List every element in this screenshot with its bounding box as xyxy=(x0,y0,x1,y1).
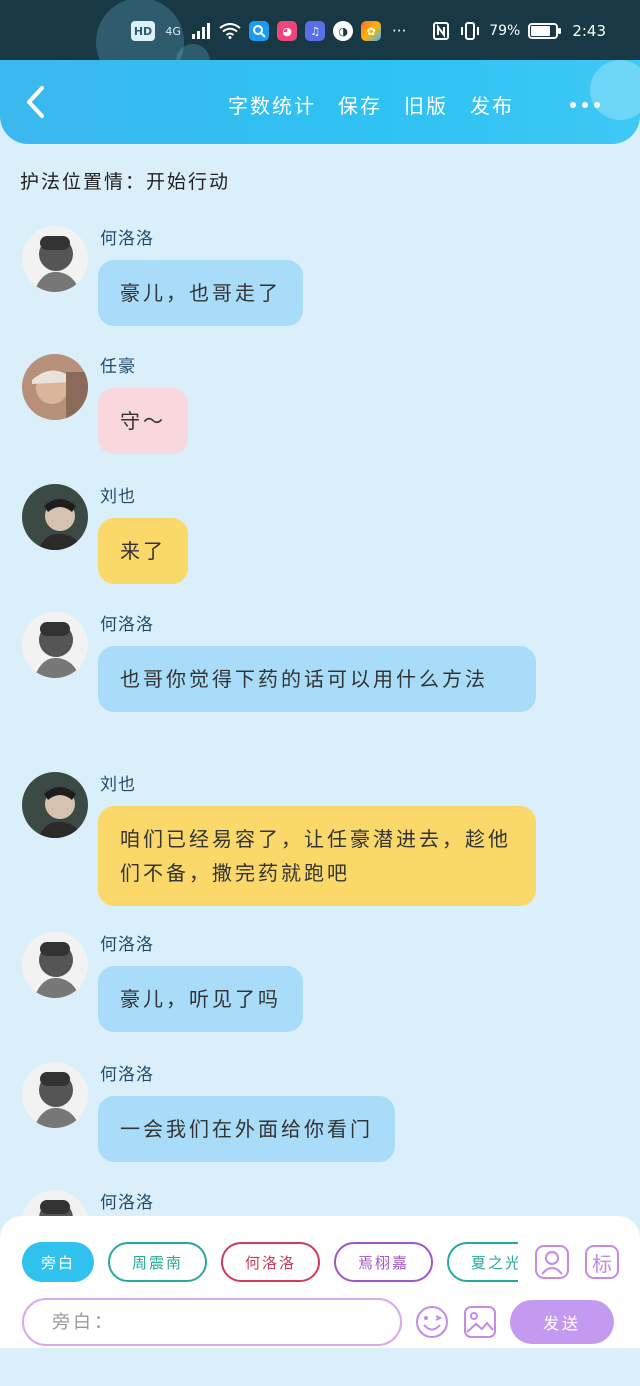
character-selector: 旁白 周震南 何洛洛 焉栩嘉 夏之光 xyxy=(22,1242,518,1282)
battery-percent: 79% xyxy=(489,23,521,39)
clock: 2:43 xyxy=(572,22,606,40)
avatar[interactable] xyxy=(22,226,88,292)
header-actions: 字数统计 保存 旧版 发布 xyxy=(228,90,514,119)
character-chip[interactable]: 焉栩嘉 xyxy=(334,1242,434,1282)
chapter-title: 护法位置情：开始行动 xyxy=(20,171,231,193)
speaker-name: 何洛洛 xyxy=(100,1193,154,1213)
person-card-icon[interactable] xyxy=(534,1244,570,1280)
more-dot xyxy=(582,102,588,108)
status-bar: HD 4G ◕ ♫ ◑ ✿ ··· 79% 2:43 xyxy=(0,0,640,62)
message-bubble[interactable]: 守～ xyxy=(98,388,188,454)
battery-icon xyxy=(528,23,562,39)
back-button[interactable] xyxy=(20,82,50,122)
more-dot xyxy=(570,102,576,108)
more-options-button[interactable] xyxy=(570,102,600,108)
message-bubble[interactable]: 咱们已经易容了，让任豪潜进去，趁他们不备，撒完药就跑吧 xyxy=(98,806,536,906)
character-chip[interactable]: 夏之光 xyxy=(447,1242,518,1282)
composer-panel: 旁白 周震南 何洛洛 焉栩嘉 夏之光 标 发送 xyxy=(0,1216,640,1348)
speaker-name: 刘也 xyxy=(100,487,136,507)
decor-bubble xyxy=(590,60,640,120)
emoji-button[interactable] xyxy=(414,1304,450,1340)
message-bubble[interactable]: 一会我们在外面给你看门 xyxy=(98,1096,395,1162)
message-bubble[interactable]: 豪儿，也哥走了 xyxy=(98,260,303,326)
message-input-wrapper xyxy=(22,1298,402,1346)
mark-button[interactable]: 标 xyxy=(584,1244,620,1280)
image-button[interactable] xyxy=(462,1304,498,1340)
browser-app-icon: ◑ xyxy=(333,21,354,41)
speaker-name: 刘也 xyxy=(100,775,136,795)
speaker-name: 何洛洛 xyxy=(100,935,154,955)
avatar[interactable] xyxy=(22,484,88,550)
avatar[interactable] xyxy=(22,1062,88,1128)
save-button[interactable]: 保存 xyxy=(338,90,382,119)
chevron-left-icon xyxy=(27,86,44,118)
character-chip[interactable]: 周震南 xyxy=(108,1242,208,1282)
avatar[interactable] xyxy=(22,612,88,678)
editor-header: 字数统计 保存 旧版 发布 xyxy=(0,60,640,144)
publish-button[interactable]: 发布 xyxy=(470,90,514,119)
wifi-icon xyxy=(219,21,241,41)
smiley-icon xyxy=(416,1306,448,1338)
bottom-strip xyxy=(0,1348,640,1386)
old-version-button[interactable]: 旧版 xyxy=(404,90,448,119)
image-icon xyxy=(464,1306,496,1338)
speaker-name: 何洛洛 xyxy=(100,1065,154,1085)
avatar[interactable] xyxy=(22,354,88,420)
vibrate-icon xyxy=(459,21,481,41)
speaker-name: 何洛洛 xyxy=(100,229,154,249)
decor-bubble xyxy=(96,0,184,62)
message-input[interactable] xyxy=(52,1311,372,1333)
more-notifications: ··· xyxy=(392,22,407,40)
cat-app-icon: ◕ xyxy=(277,21,298,41)
character-chip-narrator[interactable]: 旁白 xyxy=(22,1242,94,1282)
nfc-icon xyxy=(431,21,451,41)
send-button[interactable]: 发送 xyxy=(510,1300,614,1344)
speaker-name: 任豪 xyxy=(100,357,136,377)
store-app-icon: ✿ xyxy=(361,21,382,41)
music-app-icon: ♫ xyxy=(305,21,326,41)
signal-icon xyxy=(191,21,211,41)
character-chip[interactable]: 何洛洛 xyxy=(221,1242,321,1282)
word-count-button[interactable]: 字数统计 xyxy=(228,90,316,119)
more-dot xyxy=(594,102,600,108)
speaker-name: 何洛洛 xyxy=(100,615,154,635)
message-bubble[interactable]: 也哥你觉得下药的话可以用什么方法 xyxy=(98,646,536,712)
avatar[interactable] xyxy=(22,932,88,998)
message-bubble[interactable]: 来了 xyxy=(98,518,188,584)
avatar[interactable] xyxy=(22,772,88,838)
mark-label: 标 xyxy=(592,1251,612,1276)
search-app-icon xyxy=(249,21,270,41)
message-bubble[interactable]: 豪儿，听见了吗 xyxy=(98,966,303,1032)
